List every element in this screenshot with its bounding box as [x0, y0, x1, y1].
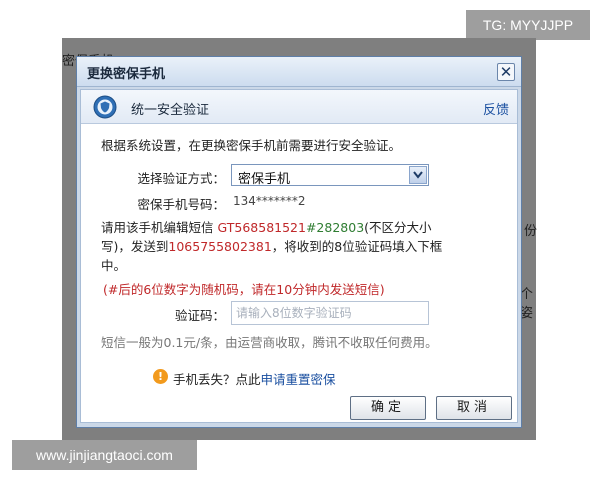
verification-code-field[interactable]: [231, 301, 429, 325]
lost-phone-prefix: 手机丢失？点此: [173, 372, 261, 387]
phone-label: 密保手机号码：: [137, 197, 225, 212]
verification-method-select[interactable]: 密保手机: [231, 164, 429, 187]
dialog-title: 更换密保手机: [87, 67, 166, 82]
intro-text: 根据系统设置，在更换密保手机前需要进行安全验证。: [101, 138, 402, 153]
section-title: 统一安全验证: [131, 103, 210, 118]
code-label: 验证码：: [174, 308, 225, 323]
verification-code-input[interactable]: [236, 303, 426, 323]
phone-number-value: 134*******2: [233, 194, 306, 208]
sms-instruction-line2: 写)，发送到1065755802381，将收到的8位验证码填入下框: [101, 236, 442, 255]
sms-text: (不区分大小: [364, 220, 432, 235]
method-label: 选择验证方式：: [137, 171, 225, 186]
chevron-down-icon[interactable]: [409, 166, 427, 184]
sms-instruction-line3: 中。: [101, 258, 127, 273]
dialog-content-panel: 统一安全验证 反馈 根据系统设置，在更换密保手机前需要进行安全验证。 选择验证方…: [80, 89, 518, 423]
security-verification-header: 统一安全验证 反馈: [81, 90, 517, 124]
close-icon[interactable]: ✕: [497, 63, 515, 81]
shield-icon: [93, 95, 117, 123]
sms-text: 写)，发送到: [101, 239, 169, 254]
sms-random-code: #282803: [305, 220, 365, 235]
sms-text: 请用该手机编辑短信: [101, 220, 214, 235]
dialog-titlebar: 更换密保手机 ✕: [77, 57, 521, 87]
info-icon: !: [153, 369, 168, 384]
dialog-footer: 确定 取消: [80, 394, 518, 426]
watermark-bottom: www.jinjiangtaoci.com: [12, 440, 197, 470]
change-security-phone-dialog: 更换密保手机 ✕ 统一安全验证 反馈 根据系统设置，在更换密保手机前需要进行安全…: [76, 56, 522, 428]
sms-target-number: 1065755802381: [168, 239, 272, 254]
random-code-warning: (#后的6位数字为随机码，请在10分钟内发送短信): [103, 282, 385, 297]
fee-note: 短信一般为0.1元/条，由运营商收取，腾讯不收取任何费用。: [101, 335, 438, 350]
reset-security-link[interactable]: 申请重置密保: [261, 372, 336, 387]
sms-text: ，将收到的8位验证码填入下框: [271, 239, 443, 254]
background-text-fragment: 个姿: [520, 287, 534, 321]
verification-method-value: 密保手机: [238, 172, 291, 187]
feedback-link[interactable]: 反馈: [483, 99, 509, 118]
sms-code: GT568581521: [217, 220, 306, 235]
background-text-fragment: 份: [524, 224, 538, 239]
lost-phone-text: 手机丢失？点此申请重置密保: [173, 369, 336, 388]
watermark-top: TG: MYYJJPP: [466, 10, 590, 40]
cancel-button[interactable]: 取消: [436, 396, 512, 420]
sms-instruction-line1: 请用该手机编辑短信 GT568581521#282803(不区分大小: [101, 217, 432, 236]
ok-button[interactable]: 确定: [350, 396, 426, 420]
